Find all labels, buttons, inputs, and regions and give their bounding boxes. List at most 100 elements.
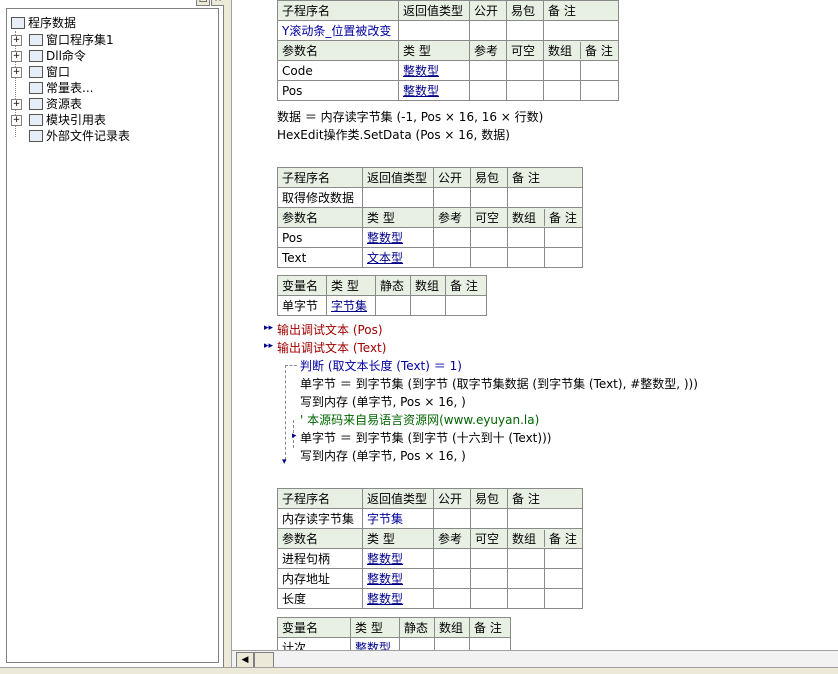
- param-nullable-cell[interactable]: [470, 227, 508, 248]
- scrollbar-thumb[interactable]: [254, 652, 274, 668]
- param-nullable-cell[interactable]: [470, 247, 508, 268]
- code-line[interactable]: 单字节 ＝ 到字节集 (到字节 (十六到十 (Text))): [300, 429, 551, 446]
- param-ref-cell[interactable]: [469, 60, 507, 81]
- expand-icon[interactable]: +: [11, 115, 22, 126]
- col-header: 易包: [470, 488, 508, 509]
- var-static-cell[interactable]: [399, 637, 435, 650]
- easy-pack-cell[interactable]: [506, 20, 544, 41]
- col-header: 参数名: [277, 40, 399, 61]
- var-type-cell[interactable]: 整数型: [350, 637, 400, 650]
- project-tree[interactable]: 程序数据 + 窗口程序集1 + Dll命令 + 窗口 常量表... + 资源表 …: [6, 8, 219, 663]
- col-header: 类 型: [362, 207, 434, 228]
- expand-icon[interactable]: +: [11, 35, 22, 46]
- param-ref-cell[interactable]: [433, 568, 471, 589]
- param-nullable-cell[interactable]: [506, 80, 544, 101]
- public-cell[interactable]: [433, 508, 471, 529]
- expand-icon[interactable]: +: [11, 51, 22, 62]
- param-name-cell[interactable]: 内存地址: [277, 568, 363, 589]
- return-type-cell[interactable]: [398, 20, 470, 41]
- param-type-cell[interactable]: 整数型: [362, 588, 434, 609]
- param-nullable-cell[interactable]: [470, 548, 508, 569]
- param-array-remark-cell[interactable]: [507, 247, 583, 268]
- col-header: 参考: [469, 40, 507, 61]
- proc3-sub-table: 子程序名 返回值类型 公开 易包 备 注 内存读字节集 字节集 参数名 类 型 …: [277, 488, 583, 609]
- param-nullable-cell[interactable]: [470, 568, 508, 589]
- remark-cell[interactable]: [507, 187, 583, 208]
- param-array-remark-cell[interactable]: [543, 60, 619, 81]
- var-array-cell[interactable]: [410, 295, 446, 316]
- param-nullable-cell[interactable]: [470, 588, 508, 609]
- pane-splitter[interactable]: [224, 0, 232, 673]
- flow-end-arrow-icon: ▾: [282, 457, 287, 467]
- param-ref-cell[interactable]: [433, 588, 471, 609]
- easy-pack-cell[interactable]: [470, 508, 508, 529]
- easy-pack-cell[interactable]: [470, 187, 508, 208]
- public-cell[interactable]: [469, 20, 507, 41]
- code-line[interactable]: ' 本源码来自易语言资源网(www.eyuyan.la): [300, 411, 539, 428]
- public-cell[interactable]: [433, 187, 471, 208]
- pane-restore-button[interactable]: □: [196, 0, 210, 6]
- code-editor[interactable]: 子程序名 返回值类型 公开 易包 备 注 Y滚动条_位置被改变 参数名 类 型 …: [232, 0, 838, 650]
- param-name-cell[interactable]: 长度: [277, 588, 363, 609]
- param-array-remark-cell[interactable]: [543, 80, 619, 101]
- param-name-cell[interactable]: Pos: [277, 80, 399, 101]
- param-name-cell[interactable]: 进程句柄: [277, 548, 363, 569]
- col-header: 数组: [410, 275, 446, 296]
- col-header: 变量名: [277, 275, 327, 296]
- param-name-cell[interactable]: Text: [277, 247, 363, 268]
- remark-cell[interactable]: [507, 508, 583, 529]
- return-type-cell[interactable]: 字节集: [362, 508, 434, 529]
- col-header: 数组: [508, 209, 545, 226]
- proc-name-cell[interactable]: 内存读字节集: [277, 508, 363, 529]
- tree-root[interactable]: 程序数据: [11, 15, 76, 31]
- param-type-cell[interactable]: 整数型: [398, 60, 470, 81]
- col-header-group: 数组备 注: [507, 207, 583, 228]
- var-static-cell[interactable]: [375, 295, 411, 316]
- param-type-cell[interactable]: 整数型: [362, 568, 434, 589]
- col-header: 返回值类型: [398, 0, 470, 21]
- param-name-cell[interactable]: Pos: [277, 227, 363, 248]
- param-ref-cell[interactable]: [433, 247, 471, 268]
- code-line[interactable]: 单字节 ＝ 到字节集 (到字节 (取字节集数据 (到字节集 (Text), #整…: [300, 375, 698, 392]
- param-type-cell[interactable]: 文本型: [362, 247, 434, 268]
- code-line[interactable]: 写到内存 (单字节, Pos × 16, ): [300, 393, 466, 410]
- scroll-left-icon[interactable]: ◀: [236, 652, 254, 668]
- code-line[interactable]: 数据 ＝ 内存读字节集 (-1, Pos × 16, 16 × 行数): [277, 108, 543, 125]
- param-array-remark-cell[interactable]: [507, 548, 583, 569]
- var-remark-cell[interactable]: [445, 295, 487, 316]
- code-line[interactable]: 输出调试文本 (Text): [277, 339, 386, 356]
- col-header: 易包: [470, 167, 508, 188]
- code-line[interactable]: 输出调试文本 (Pos): [277, 321, 383, 338]
- col-header: 静态: [399, 617, 435, 638]
- param-ref-cell[interactable]: [433, 227, 471, 248]
- flow-guide-line: [285, 365, 297, 366]
- remark-cell[interactable]: [543, 20, 619, 41]
- return-type-cell[interactable]: [362, 187, 434, 208]
- var-array-cell[interactable]: [434, 637, 470, 650]
- code-line[interactable]: HexEdit操作类.SetData (Pos × 16, 数据): [277, 126, 510, 143]
- param-ref-cell[interactable]: [469, 80, 507, 101]
- param-array-remark-cell[interactable]: [507, 568, 583, 589]
- proc-name-cell[interactable]: 取得修改数据: [277, 187, 363, 208]
- param-type-cell[interactable]: 整数型: [362, 548, 434, 569]
- code-line[interactable]: 写到内存 (单字节, Pos × 16, ): [300, 447, 466, 464]
- horizontal-scrollbar[interactable]: ◀: [232, 650, 838, 668]
- param-type-cell[interactable]: 整数型: [362, 227, 434, 248]
- var-name-cell[interactable]: 计次: [277, 637, 351, 650]
- param-type-cell[interactable]: 整数型: [398, 80, 470, 101]
- var-remark-cell[interactable]: [469, 637, 511, 650]
- code-line[interactable]: 判断 (取文本长度 (Text) ＝ 1): [300, 357, 462, 374]
- param-ref-cell[interactable]: [433, 548, 471, 569]
- col-header: 公开: [433, 167, 471, 188]
- expand-icon[interactable]: +: [11, 67, 22, 78]
- flow-guide-line: [285, 365, 286, 460]
- expand-icon[interactable]: +: [11, 99, 22, 110]
- param-nullable-cell[interactable]: [506, 60, 544, 81]
- param-name-cell[interactable]: Code: [277, 60, 399, 81]
- proc-name-cell[interactable]: Y滚动条_位置被改变: [277, 20, 399, 41]
- pane-close-button[interactable]: ×: [211, 0, 225, 6]
- var-type-cell[interactable]: 字节集: [326, 295, 376, 316]
- param-array-remark-cell[interactable]: [507, 227, 583, 248]
- param-array-remark-cell[interactable]: [507, 588, 583, 609]
- var-name-cell[interactable]: 单字节: [277, 295, 327, 316]
